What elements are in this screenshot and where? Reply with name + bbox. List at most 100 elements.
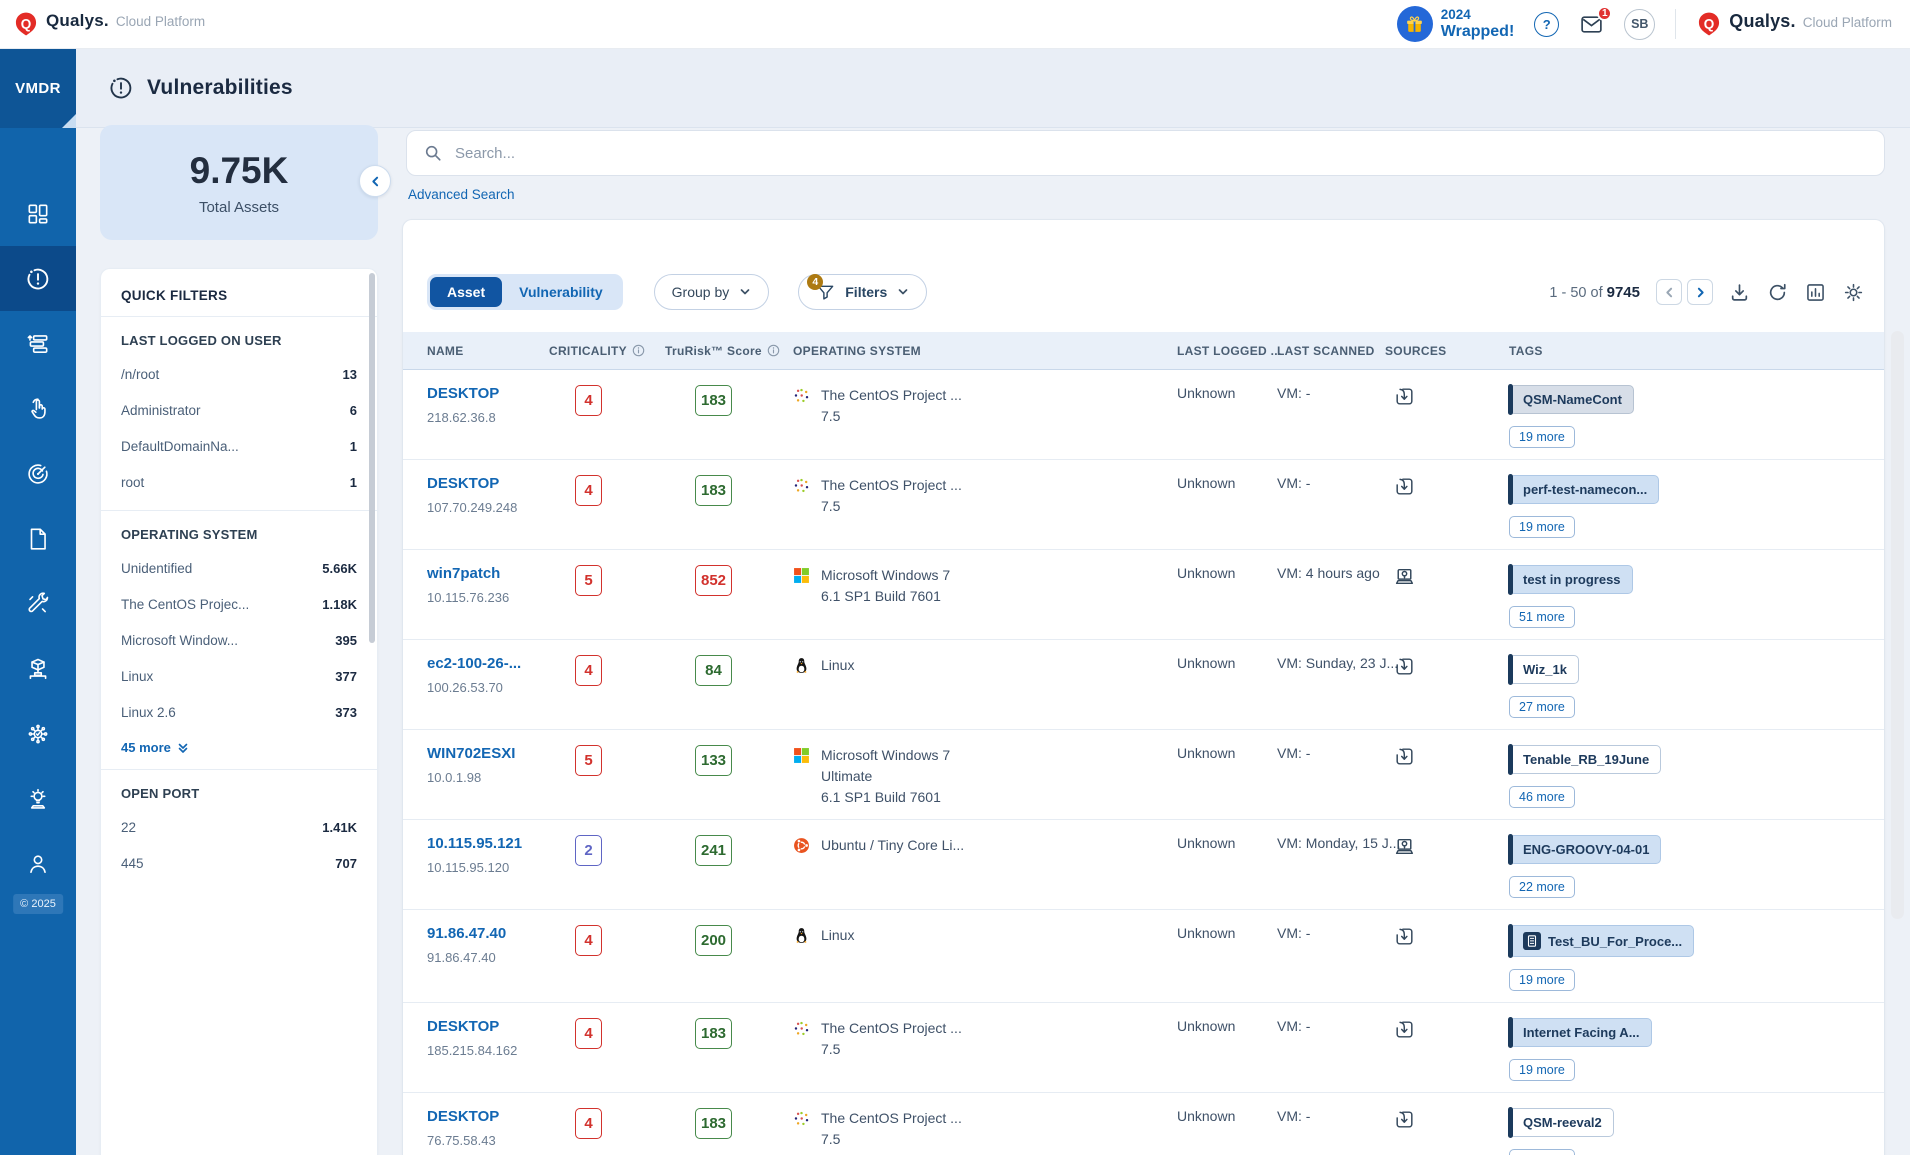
- trurisk-score-badge: 183: [695, 1108, 733, 1139]
- sidebar-item-threat-protection[interactable]: [0, 701, 76, 766]
- search-input[interactable]: [455, 144, 1867, 162]
- filter-item-label: root: [121, 474, 145, 490]
- sidebar-item-reports[interactable]: [0, 506, 76, 571]
- tag-more-button[interactable]: 19 more: [1509, 426, 1575, 448]
- tag-pill[interactable]: Wiz_1k: [1508, 654, 1579, 685]
- tag-more-button[interactable]: 19 more: [1509, 516, 1575, 538]
- sidebar-item-scans[interactable]: [0, 441, 76, 506]
- tag-pill[interactable]: QSM-NameCont: [1508, 384, 1634, 415]
- filter-item[interactable]: The CentOS Projec... 1.18K: [121, 586, 357, 622]
- table-scrollbar[interactable]: [1891, 331, 1904, 919]
- view-toggle-asset[interactable]: Asset: [430, 277, 503, 307]
- linux-os-icon: [793, 927, 810, 944]
- brand-name-right: Qualys.: [1729, 11, 1796, 31]
- filter-item[interactable]: 445 707: [121, 845, 357, 881]
- sidebar-item-responses[interactable]: [0, 376, 76, 441]
- asset-name-link[interactable]: DESKTOP: [427, 1108, 549, 1125]
- table-row[interactable]: 91.86.47.40 91.86.47.40 4 200 Linux Unknown VM…: [403, 910, 1884, 1003]
- panel-scrollbar[interactable]: [369, 273, 375, 643]
- table-body: DESKTOP 218.62.36.8 4 183 The CentOS Project…: [403, 370, 1884, 1155]
- os-name: Ubuntu / Tiny Core Li...: [821, 837, 965, 853]
- settings-gear-icon[interactable]: [1843, 282, 1864, 303]
- filter-item[interactable]: Unidentified 5.66K: [121, 550, 357, 586]
- last-logged-user: Unknown: [1177, 385, 1236, 401]
- sidebar-item-remediation[interactable]: [0, 571, 76, 636]
- app-switcher-vmdr[interactable]: VMDR: [0, 49, 76, 128]
- tag-pill[interactable]: perf-test-namecon...: [1507, 474, 1660, 505]
- sidebar-item-vulnerabilities[interactable]: [0, 246, 76, 311]
- asset-name-link[interactable]: win7patch: [427, 565, 549, 582]
- info-icon[interactable]: [632, 344, 645, 357]
- filter-item-count: 373: [335, 704, 357, 720]
- tag-more-button[interactable]: 19 more: [1509, 969, 1575, 991]
- sidebar-item-profile[interactable]: [0, 831, 76, 896]
- table-row[interactable]: DESKTOP 107.70.249.248 4 183 The CentOS Proj…: [403, 460, 1884, 550]
- table-row[interactable]: WIN702ESXI 10.0.1.98 5 133 Microsoft Windows…: [403, 730, 1884, 820]
- info-icon[interactable]: [767, 344, 780, 357]
- tag-more-button[interactable]: 51 more: [1509, 606, 1575, 628]
- threat-protection-icon: [25, 721, 51, 747]
- table-row[interactable]: win7patch 10.115.76.236 5 852 Microsoft Wind…: [403, 550, 1884, 640]
- asset-name-link[interactable]: 91.86.47.40: [427, 925, 549, 942]
- group-by-label: Group by: [671, 284, 730, 300]
- asset-name-link[interactable]: DESKTOP: [427, 1018, 549, 1035]
- tag-more-button[interactable]: 46 more: [1509, 786, 1575, 808]
- download-icon[interactable]: [1729, 282, 1750, 303]
- tag-more-button[interactable]: 19 more: [1509, 1059, 1575, 1081]
- group-by-button[interactable]: Group by: [653, 274, 770, 310]
- table-row[interactable]: DESKTOP 218.62.36.8 4 183 The CentOS Project…: [403, 370, 1884, 460]
- asset-name-link[interactable]: 10.115.95.121: [427, 835, 549, 852]
- asset-name-link[interactable]: DESKTOP: [427, 475, 549, 492]
- sidebar-item-assets[interactable]: [0, 636, 76, 701]
- table-row[interactable]: 10.115.95.121 10.115.95.120 2 241 Ubuntu / T…: [403, 820, 1884, 910]
- filters-button[interactable]: 4 Filters: [798, 273, 928, 310]
- table-row[interactable]: DESKTOP 185.215.84.162 4 183 The CentOS Proj…: [403, 1003, 1884, 1093]
- show-more-link[interactable]: 45 more: [121, 730, 357, 759]
- total-assets-card: 9.75K Total Assets: [100, 125, 378, 240]
- filter-item[interactable]: Linux 2.6 373: [121, 694, 357, 730]
- avatar[interactable]: SB: [1624, 8, 1656, 40]
- profile-icon: [25, 851, 51, 877]
- tag-pill[interactable]: QSM-reeval2: [1508, 1107, 1614, 1138]
- chart-icon[interactable]: [1805, 282, 1826, 303]
- tag-more-button[interactable]: 27 more: [1509, 696, 1575, 718]
- copyright-label: © 2025: [13, 894, 63, 914]
- filter-item[interactable]: /n/root 13: [121, 356, 357, 392]
- tag-pill[interactable]: Test_BU_For_Proce...: [1507, 924, 1695, 958]
- responses-icon: [25, 396, 51, 422]
- trurisk-score-badge: 200: [695, 925, 733, 956]
- next-page-button[interactable]: [1687, 279, 1713, 305]
- tag-pill[interactable]: Internet Facing A...: [1508, 1017, 1652, 1048]
- filter-item[interactable]: Administrator 6: [121, 392, 357, 428]
- asset-name-link[interactable]: DESKTOP: [427, 385, 549, 402]
- tag-more-button[interactable]: 18 more: [1509, 1149, 1575, 1155]
- table-row[interactable]: DESKTOP 76.75.58.43 4 183 The CentOS Project…: [403, 1093, 1884, 1155]
- trurisk-score-badge: 241: [695, 835, 733, 866]
- help-icon[interactable]: ?: [1534, 11, 1560, 37]
- filter-item[interactable]: root 1: [121, 464, 357, 500]
- tag-pill[interactable]: ENG-GROOVY-04-01: [1507, 834, 1662, 865]
- filter-item[interactable]: Linux 377: [121, 658, 357, 694]
- linux-os-icon: [793, 657, 810, 674]
- table-row[interactable]: ec2-100-26-... 100.26.53.70 4 84 Linux Unknow…: [403, 640, 1884, 730]
- view-toggle-vulnerability[interactable]: Vulnerability: [502, 277, 620, 307]
- asset-name-link[interactable]: WIN702ESXI: [427, 745, 549, 762]
- tag-more-button[interactable]: 22 more: [1509, 876, 1575, 898]
- last-logged-user: Unknown: [1177, 835, 1236, 851]
- sidebar-item-ideas[interactable]: [0, 766, 76, 831]
- filter-item[interactable]: Microsoft Window... 395: [121, 622, 357, 658]
- asset-name-link[interactable]: ec2-100-26-...: [427, 655, 549, 672]
- tag-pill[interactable]: test in progress: [1508, 564, 1633, 595]
- filter-item[interactable]: DefaultDomainNa... 1: [121, 428, 357, 464]
- advanced-search-link[interactable]: Advanced Search: [408, 187, 515, 202]
- sidebar-item-dashboard[interactable]: [0, 181, 76, 246]
- sidebar-item-prioritization[interactable]: [0, 311, 76, 376]
- asset-ip: 100.26.53.70: [427, 680, 503, 695]
- notifications-button[interactable]: 1: [1579, 5, 1613, 37]
- prev-page-button[interactable]: [1656, 279, 1682, 305]
- filter-item[interactable]: 22 1.41K: [121, 809, 357, 845]
- refresh-icon[interactable]: [1767, 282, 1788, 303]
- tag-pill[interactable]: Tenable_RB_19June: [1507, 744, 1662, 775]
- collapse-panel-button[interactable]: [359, 165, 391, 197]
- wrapped-2024-banner[interactable]: 2024 Wrapped!: [1396, 6, 1514, 42]
